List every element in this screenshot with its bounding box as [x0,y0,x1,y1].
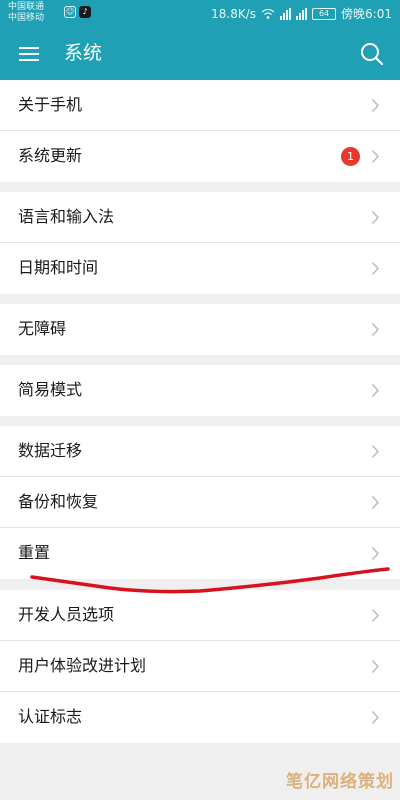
chevron-right-icon [371,496,379,509]
app-notification-icon: ☺ [64,6,76,18]
notification-icons: ☺ ♪ [64,6,91,18]
row-label: 开发人员选项 [18,605,115,624]
settings-row-system-update[interactable]: 系统更新 1 [0,131,400,182]
row-label: 无障碍 [18,319,67,338]
settings-row-reset[interactable]: 重置 [0,528,400,579]
settings-row-date-time[interactable]: 日期和时间 [0,243,400,294]
row-label: 关于手机 [18,95,83,114]
row-label: 简易模式 [18,380,83,399]
wifi-icon [261,8,275,19]
chevron-right-icon [371,323,379,336]
status-right: 18.8K/s 64 傍晚6:01 [211,5,392,22]
clock: 傍晚6:01 [341,7,392,21]
settings-row-about-phone[interactable]: 关于手机 [0,80,400,131]
chevron-right-icon [371,262,379,275]
settings-row-certification[interactable]: 认证标志 [0,692,400,743]
chevron-right-icon [371,609,379,622]
chevron-right-icon [371,445,379,458]
settings-group-about: 关于手机 系统更新 1 [0,80,400,182]
settings-row-accessibility[interactable]: 无障碍 [0,304,400,355]
page-title: 系统 [64,42,103,64]
carrier-2: 中国移动 [8,13,45,23]
settings-group-data: 数据迁移 备份和恢复 重置 [0,426,400,579]
row-label: 用户体验改进计划 [18,656,147,675]
chevron-right-icon [371,99,379,112]
row-label: 备份和恢复 [18,492,99,511]
chevron-right-icon [371,150,379,163]
net-speed: 18.8K/s [211,6,257,21]
settings-row-data-migration[interactable]: 数据迁移 [0,426,400,477]
settings-row-ux-improvement[interactable]: 用户体验改进计划 [0,641,400,692]
chevron-right-icon [371,547,379,560]
chevron-right-icon [371,711,379,724]
settings-group-developer: 开发人员选项 用户体验改进计划 认证标志 [0,590,400,743]
settings-row-language-input[interactable]: 语言和输入法 [0,192,400,243]
row-label: 日期和时间 [18,258,99,277]
chevron-right-icon [371,384,379,397]
row-label: 重置 [18,543,51,562]
tiktok-icon: ♪ [79,6,91,18]
settings-group-language-time: 语言和输入法 日期和时间 [0,192,400,294]
chevron-right-icon [371,660,379,673]
chevron-right-icon [371,211,379,224]
settings-group-simple-mode: 简易模式 [0,365,400,416]
signal-icon [280,7,292,20]
settings-row-backup-restore[interactable]: 备份和恢复 [0,477,400,528]
update-count-badge: 1 [341,147,360,166]
row-label: 认证标志 [18,707,83,726]
carrier-info: 中国联通 中国移动 [8,2,44,24]
menu-icon[interactable] [10,37,44,71]
app-header: 系统 [0,27,400,80]
watermark: 笔亿网络策划 [286,772,394,792]
search-icon[interactable] [354,36,390,72]
settings-group-accessibility: 无障碍 [0,304,400,355]
row-label: 系统更新 [18,146,83,165]
row-label: 数据迁移 [18,441,83,460]
carrier-1: 中国联通 [8,2,45,12]
battery-icon: 64 [312,7,337,20]
settings-row-developer-options[interactable]: 开发人员选项 [0,590,400,641]
signal-icon-2 [296,7,308,20]
row-label: 语言和输入法 [18,207,115,226]
status-bar: 中国联通 中国移动 ☺ ♪ 18.8K/s 64 傍晚6:01 [0,0,400,27]
settings-row-simple-mode[interactable]: 简易模式 [0,365,400,416]
